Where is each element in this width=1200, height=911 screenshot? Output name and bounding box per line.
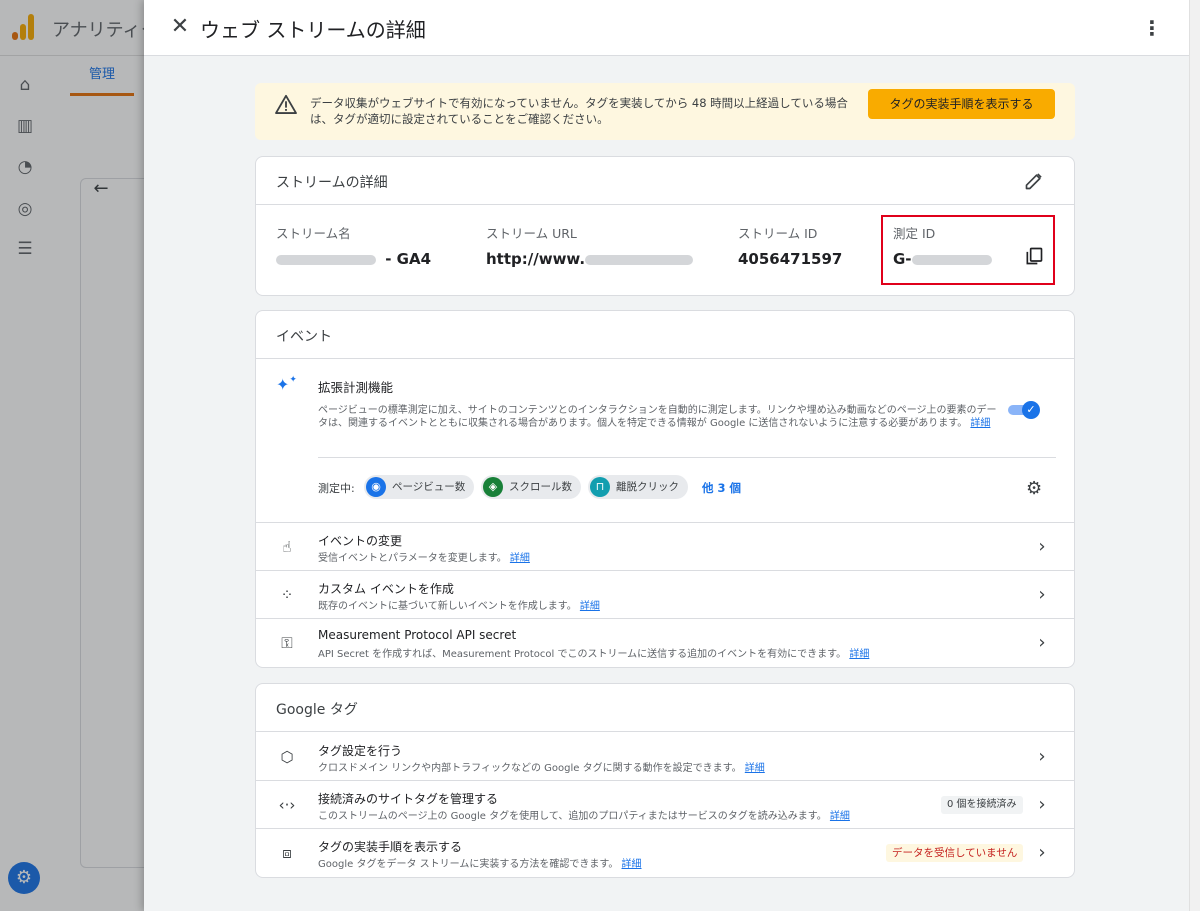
events-card: イベント ✦✦ 拡張計測機能 ページビューの標準測定に加え、サイトのコンテンツと… [255,310,1075,668]
manage-connected-tags-row[interactable]: ‹·› 接続済みのサイトタグを管理する このストリームのページ上の Google… [256,781,1074,829]
chevron-right-icon: › [1038,632,1046,653]
chevron-right-icon: › [1038,746,1046,767]
view-tag-instructions-button[interactable]: タグの実装手順を表示する [868,89,1055,119]
row-details-link[interactable]: 詳細 [580,601,600,612]
events-header: イベント [256,311,1074,359]
google-tag-header: Google タグ [256,684,1074,732]
chip-page-views: ◉ ページビュー数 [364,475,474,499]
scroll-icon: ◈ [483,477,503,497]
close-icon[interactable]: ✕ [168,14,192,40]
row-details-link[interactable]: 詳細 [510,553,530,564]
more-vert-icon[interactable]: ⋮ [1140,14,1164,42]
google-tag-card: Google タグ ⬡ タグ設定を行う クロスドメイン リンクや内部トラフィック… [255,683,1075,878]
lock-icon: ⊓ [590,477,610,497]
enhanced-measurement-description: ページビューの標準測定に加え、サイトのコンテンツとのインタラクションを自動的に測… [318,404,998,430]
code-box-icon: ⧈ [282,844,292,862]
row-subtitle: 受信イベントとパラメータを変更します。 詳細 [318,549,530,564]
enhanced-description-text: ページビューの標準測定に加え、サイトのコンテンツとのインタラクションを自動的に測… [318,405,997,429]
chevron-right-icon: › [1038,584,1046,605]
touch-icon: ☝ [282,538,292,556]
row-sub-text: Google タグをデータ ストリームに実装する方法を確認できます。 [318,859,619,870]
row-title: Measurement Protocol API secret [318,628,517,642]
stream-id-label: ストリーム ID [738,226,818,241]
check-icon: ✓ [1022,401,1040,419]
chip-scrolls: ◈ スクロール数 [481,475,581,499]
gear-icon[interactable]: ⚙ [1026,480,1044,498]
stream-name-value: - GA4 [276,250,431,268]
drawer-scrollbar[interactable] [1189,0,1200,911]
chevron-right-icon: › [1038,536,1046,557]
custom-event-icon: ⁘ [280,586,294,604]
warning-icon [275,94,297,114]
row-details-link[interactable]: 詳細 [622,859,642,870]
drawer-header: ✕ ウェブ ストリームの詳細 ⋮ [144,0,1189,56]
stream-url-value: http://www. [486,250,697,268]
drawer-title: ウェブ ストリームの詳細 [200,18,426,42]
data-collection-warning-banner: データ収集がウェブサイトで有効になっていません。タグを実装してから 48 時間以… [255,83,1075,140]
enhanced-details-link[interactable]: 詳細 [970,418,990,429]
row-sub-text: クロスドメイン リンクや内部トラフィックなどの Google タグに関する動作を… [318,763,742,774]
chip-label: ページビュー数 [392,481,466,493]
row-subtitle: 既存のイベントに基づいて新しいイベントを作成します。 詳細 [318,597,600,612]
chevron-right-icon: › [1038,794,1046,815]
chip-outbound-clicks: ⊓ 離脱クリック [588,475,688,499]
banner-message: データ収集がウェブサイトで有効になっていません。タグを実装してから 48 時間以… [310,96,848,126]
stream-details-header: ストリームの詳細 [256,157,1074,205]
chip-label: 離脱クリック [616,481,679,493]
eye-icon: ◉ [366,477,386,497]
row-title: カスタム イベントを作成 [318,582,454,596]
view-tag-instructions-row[interactable]: ⧈ タグの実装手順を表示する Google タグをデータ ストリームに実装する方… [256,829,1074,877]
tag-icon: ⬡ [280,748,294,766]
chip-label: スクロール数 [509,481,572,493]
stream-name-label: ストリーム名 [276,226,351,241]
row-details-link[interactable]: 詳細 [745,763,765,774]
sparkle-icon: ✦✦ [276,375,297,394]
stream-details-card: ストリームの詳細 ストリーム名 - GA4 ストリーム URL http://w… [255,156,1075,296]
configure-tag-settings-row[interactable]: ⬡ タグ設定を行う クロスドメイン リンクや内部トラフィックなどの Google… [256,733,1074,781]
stream-name-field: ストリーム名 - GA4 [276,223,431,268]
row-sub-text: このストリームのページ上の Google タグを使用して、追加のプロパティまたは… [318,811,827,822]
stream-details-title: ストリームの詳細 [276,175,388,191]
enhanced-measurement-section: ✦✦ 拡張計測機能 ページビューの標準測定に加え、サイトのコンテンツとのインタラ… [256,360,1074,523]
measurement-protocol-row[interactable]: ⚿ Measurement Protocol API secret API Se… [256,619,1074,667]
row-sub-text: API Secret を作成すれば、Measurement Protocol で… [318,649,847,660]
more-events-link[interactable]: 他 3 個 [702,480,741,496]
row-details-link[interactable]: 詳細 [830,811,850,822]
row-title: タグの実装手順を表示する [318,840,463,854]
row-title: 接続済みのサイトタグを管理する [318,792,499,806]
stream-url-label: ストリーム URL [486,226,577,241]
chevron-right-icon: › [1038,842,1046,863]
row-subtitle: API Secret を作成すれば、Measurement Protocol で… [318,645,869,660]
connected-count-badge: 0 個を接続済み [941,796,1023,814]
row-sub-text: 受信イベントとパラメータを変更します。 [318,553,507,564]
row-sub-text: 既存のイベントに基づいて新しいイベントを作成します。 [318,601,577,612]
row-subtitle: クロスドメイン リンクや内部トラフィックなどの Google タグに関する動作を… [318,759,765,774]
no-data-status-badge: データを受信していません [886,844,1024,862]
row-title: イベントの変更 [318,534,403,548]
create-custom-event-row[interactable]: ⁘ カスタム イベントを作成 既存のイベントに基づいて新しいイベントを作成します… [256,571,1074,619]
code-arrows-icon: ‹·› [278,796,296,814]
stream-id-field: ストリーム ID 4056471597 [738,223,842,268]
stream-url-field: ストリーム URL http://www. [486,223,697,268]
key-icon: ⚿ [281,634,293,652]
row-details-link[interactable]: 詳細 [849,649,869,660]
web-stream-details-drawer: ✕ ウェブ ストリームの詳細 ⋮ データ収集がウェブサイトで有効になっていません… [144,0,1189,911]
stream-id-value[interactable]: 4056471597 [738,250,842,268]
google-tag-title: Google タグ [276,702,358,718]
stream-name-suffix: - GA4 [380,250,432,268]
redacted-text [585,254,694,265]
redacted-text [276,254,376,265]
enhanced-measurement-title: 拡張計測機能 [318,380,394,395]
divider [318,457,1056,458]
measurement-id-highlight-box [881,215,1055,285]
stream-url-prefix: http://www. [486,250,586,268]
row-subtitle: Google タグをデータ ストリームに実装する方法を確認できます。 詳細 [318,855,642,870]
edit-pencil-icon[interactable] [1024,171,1044,191]
row-subtitle: このストリームのページ上の Google タグを使用して、追加のプロパティまたは… [318,807,850,822]
modify-events-row[interactable]: ☝ イベントの変更 受信イベントとパラメータを変更します。 詳細 › [256,523,1074,571]
measuring-label: 測定中: [318,482,355,495]
enhanced-measurement-toggle[interactable]: ✓ [1008,401,1042,419]
events-title: イベント [276,329,332,345]
row-title: タグ設定を行う [318,744,403,758]
